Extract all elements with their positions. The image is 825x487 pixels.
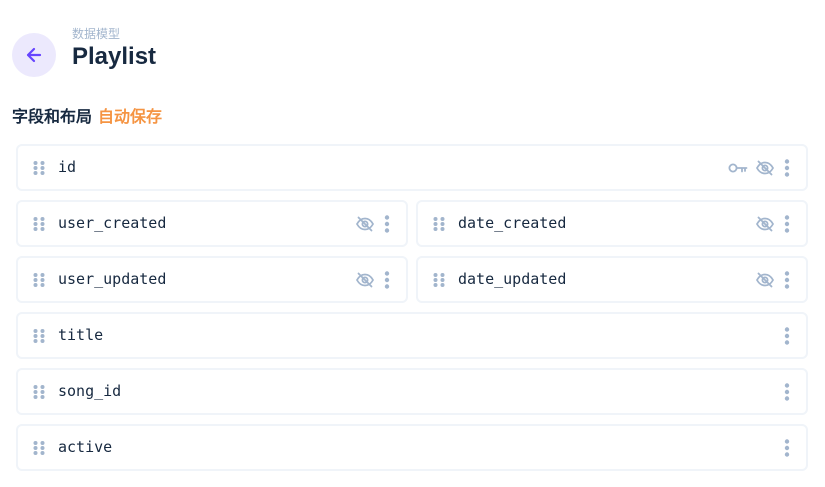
field-title[interactable]: title <box>16 312 808 359</box>
field-actions <box>782 382 792 402</box>
eye-off-icon[interactable] <box>356 272 374 288</box>
field-name: active <box>58 438 113 456</box>
more-vertical-icon[interactable] <box>782 159 792 177</box>
drag-handle-icon[interactable] <box>32 160 46 176</box>
field-name: song_id <box>58 382 122 400</box>
field-name: title <box>58 326 104 344</box>
field-actions <box>782 326 792 346</box>
eye-off-icon[interactable] <box>756 272 774 288</box>
section-title: 字段和布局 <box>12 109 93 126</box>
field-name: user_updated <box>58 270 167 288</box>
breadcrumb[interactable]: 数据模型 <box>72 27 156 41</box>
field-date-updated[interactable]: date_updated <box>416 256 808 303</box>
field-id[interactable]: id <box>16 144 808 191</box>
more-vertical-icon[interactable] <box>782 215 792 233</box>
drag-handle-icon[interactable] <box>32 328 46 344</box>
field-actions <box>356 214 392 234</box>
field-name: user_created <box>58 214 167 232</box>
drag-handle-icon[interactable] <box>432 272 446 288</box>
eye-off-icon[interactable] <box>356 216 374 232</box>
more-vertical-icon[interactable] <box>782 327 792 345</box>
more-vertical-icon[interactable] <box>782 439 792 457</box>
drag-handle-icon[interactable] <box>32 440 46 456</box>
field-actions <box>756 214 792 234</box>
section-header: 字段和布局 自动保存 <box>12 108 162 128</box>
more-vertical-icon[interactable] <box>382 215 392 233</box>
more-vertical-icon[interactable] <box>382 271 392 289</box>
key-icon <box>728 161 748 175</box>
field-actions <box>756 270 792 290</box>
more-vertical-icon[interactable] <box>782 383 792 401</box>
eye-off-icon[interactable] <box>756 216 774 232</box>
arrow-left-icon <box>24 45 44 65</box>
page-title: Playlist <box>72 43 157 70</box>
eye-off-icon[interactable] <box>756 160 774 176</box>
field-active[interactable]: active <box>16 424 808 471</box>
drag-handle-icon[interactable] <box>432 216 446 232</box>
field-song-id[interactable]: song_id <box>16 368 808 415</box>
drag-handle-icon[interactable] <box>32 272 46 288</box>
more-vertical-icon[interactable] <box>782 271 792 289</box>
drag-handle-icon[interactable] <box>32 384 46 400</box>
field-date-created[interactable]: date_created <box>416 200 808 247</box>
field-actions <box>728 158 792 178</box>
field-user-updated[interactable]: user_updated <box>16 256 408 303</box>
field-user-created[interactable]: user_created <box>16 200 408 247</box>
autosave-label: 自动保存 <box>98 109 163 126</box>
field-name: id <box>58 158 77 176</box>
field-actions <box>356 270 392 290</box>
page-header: 数据模型 Playlist <box>72 27 156 72</box>
field-actions <box>782 438 792 458</box>
back-button[interactable] <box>12 33 56 77</box>
field-name: date_updated <box>458 270 567 288</box>
drag-handle-icon[interactable] <box>32 216 46 232</box>
field-name: date_created <box>458 214 567 232</box>
